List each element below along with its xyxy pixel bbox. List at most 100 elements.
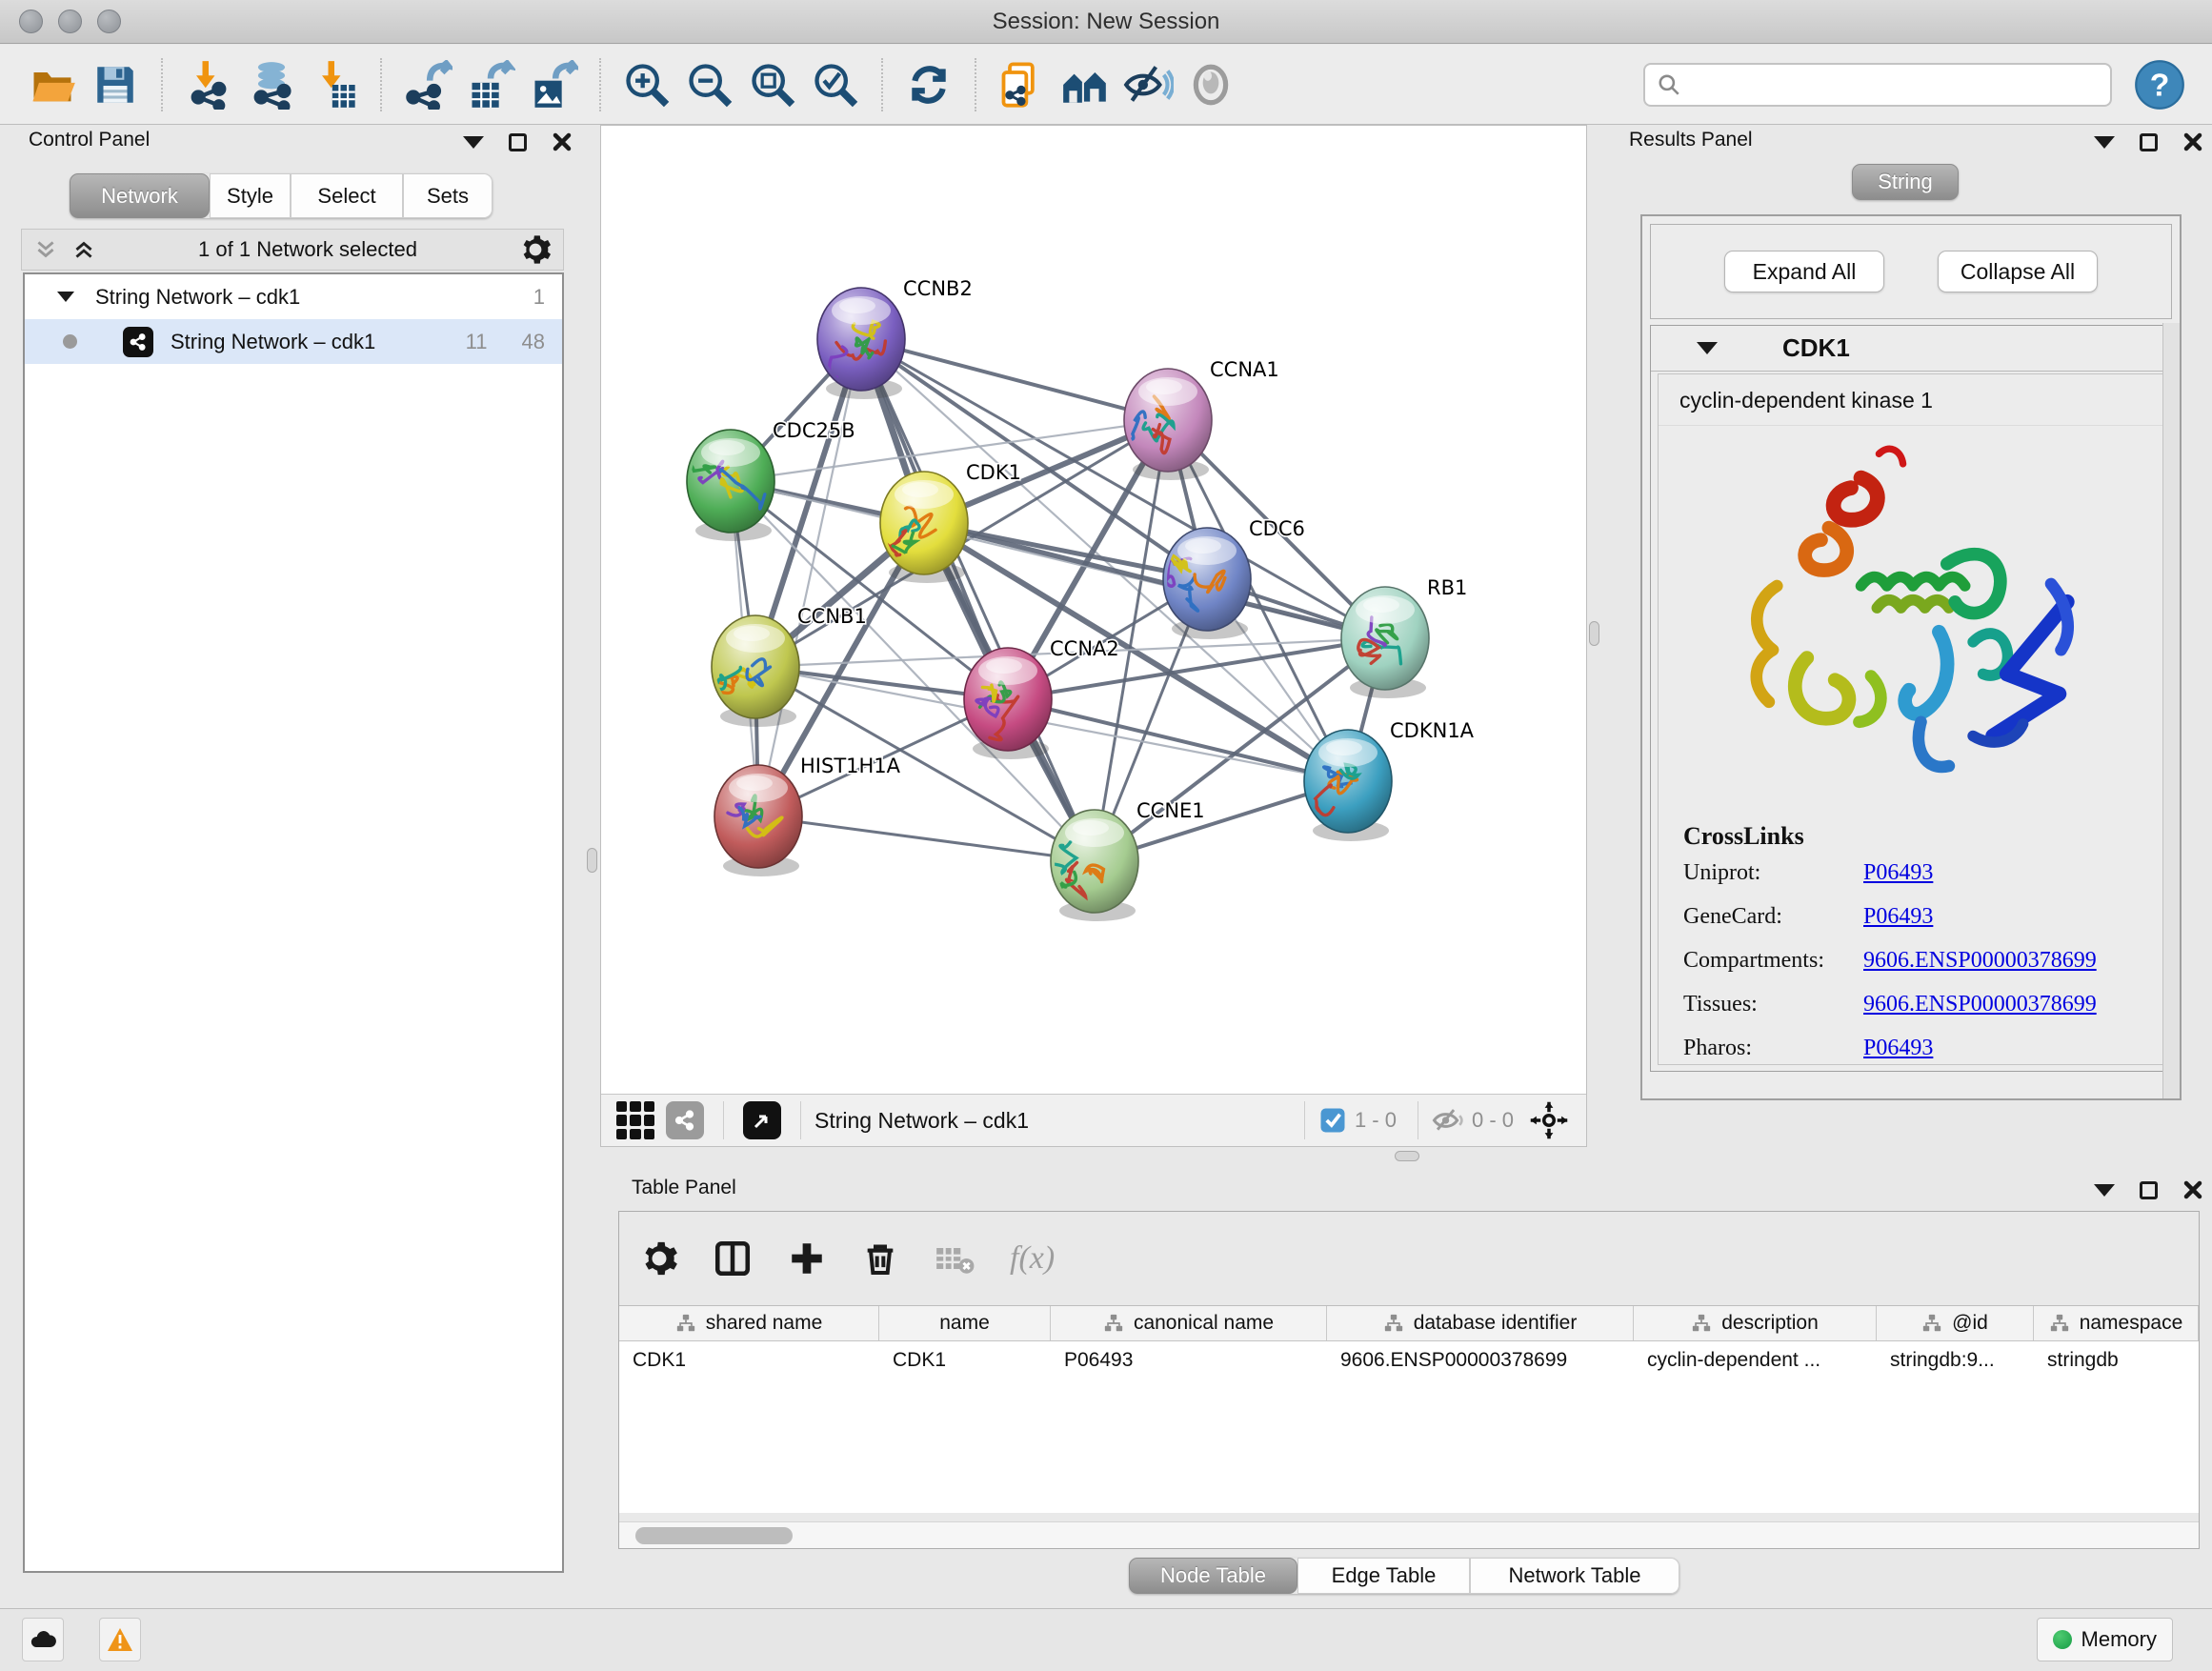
table-cell[interactable]: cyclin-dependent ... (1634, 1341, 1877, 1379)
clone-network-button[interactable] (995, 56, 1049, 113)
pan-crosshair-icon[interactable] (1529, 1100, 1569, 1140)
crosslink-value-link[interactable]: P06493 (1863, 1036, 1933, 1061)
zoom-selected-button[interactable] (809, 56, 862, 113)
left-splitter-handle[interactable] (587, 848, 597, 873)
tab-style[interactable]: Style (210, 173, 291, 218)
hide-selected-button[interactable] (1121, 56, 1175, 113)
table-gear-icon[interactable] (640, 1239, 678, 1278)
warning-status-button[interactable] (99, 1618, 141, 1661)
bottom-splitter-handle[interactable] (1395, 1151, 1419, 1161)
crosslink-value-link[interactable]: 9606.ENSP00000378699 (1863, 948, 2097, 974)
panel-collapse-icon[interactable] (463, 136, 484, 149)
gene-header[interactable]: CDK1 (1651, 326, 2171, 372)
delete-column-icon[interactable] (861, 1238, 899, 1278)
birdseye-view-icon[interactable] (743, 1101, 781, 1139)
network-node-rb1[interactable]: RB1 (1341, 576, 1467, 698)
network-canvas[interactable]: CCNB2CCNA1CDC25BCDK1CDC6RB1CCNB1CCNA2CDK… (601, 126, 1586, 1094)
tab-select[interactable]: Select (291, 173, 403, 218)
import-network-button[interactable] (182, 56, 235, 113)
delete-table-icon[interactable] (934, 1239, 975, 1278)
panel-collapse-icon[interactable] (2094, 1184, 2115, 1197)
gear-icon[interactable] (519, 233, 552, 266)
memory-button[interactable]: Memory (2037, 1618, 2173, 1661)
panel-close-icon[interactable] (2182, 1179, 2203, 1200)
import-database-button[interactable] (245, 56, 298, 113)
expand-all-button[interactable]: Expand All (1724, 251, 1884, 292)
column-header-shared-name[interactable]: shared name (619, 1306, 879, 1340)
panel-close-icon[interactable] (2182, 131, 2203, 152)
hidden-eye-icon[interactable] (1432, 1106, 1464, 1135)
panel-close-icon[interactable] (552, 131, 573, 152)
scrollbar-thumb[interactable] (635, 1527, 793, 1544)
selected-checkbox-icon[interactable] (1318, 1106, 1347, 1135)
tab-network[interactable]: Network (70, 173, 210, 218)
network-row[interactable]: String Network – cdk1 11 48 (25, 319, 562, 364)
export-network-button[interactable] (401, 56, 454, 113)
table-cell[interactable]: CDK1 (879, 1341, 1051, 1379)
network-collection-row[interactable]: String Network – cdk1 1 (25, 274, 562, 319)
zoom-out-button[interactable] (683, 56, 736, 113)
export-table-button[interactable] (464, 56, 517, 113)
network-node-hist1h1a[interactable]: HIST1H1A (714, 755, 901, 876)
add-column-icon[interactable] (787, 1238, 827, 1278)
network-node-cdc25b[interactable]: CDC25B (676, 419, 855, 541)
grid-view-icon[interactable] (616, 1101, 654, 1139)
cloud-status-button[interactable] (22, 1618, 64, 1661)
zoom-fit-button[interactable] (746, 56, 799, 113)
crosslink-value-link[interactable]: P06493 (1863, 904, 1933, 930)
network-node-ccnb2[interactable]: CCNB2 (816, 277, 973, 399)
table-cell[interactable]: 9606.ENSP00000378699 (1327, 1341, 1634, 1379)
network-edge[interactable] (861, 339, 1095, 861)
panel-float-icon[interactable] (509, 133, 527, 151)
tab-edge-table[interactable]: Edge Table (1297, 1558, 1470, 1594)
panel-float-icon[interactable] (2140, 133, 2158, 151)
tab-node-table[interactable]: Node Table (1129, 1558, 1297, 1594)
collapse-all-icon[interactable] (33, 237, 58, 262)
show-columns-icon[interactable] (713, 1238, 753, 1278)
right-splitter-handle[interactable] (1589, 621, 1599, 646)
crosslink-value-link[interactable]: 9606.ENSP00000378699 (1863, 992, 2097, 1017)
table-horizontal-scrollbar[interactable] (619, 1521, 2199, 1548)
zoom-in-button[interactable] (620, 56, 674, 113)
column-header-description[interactable]: description (1634, 1306, 1877, 1340)
show-graphics-details-button[interactable] (1184, 56, 1237, 113)
tree-expand-icon[interactable] (57, 292, 74, 302)
panel-float-icon[interactable] (2140, 1181, 2158, 1199)
network-edge[interactable] (758, 816, 1095, 861)
tab-string[interactable]: String (1852, 164, 1959, 200)
results-vertical-scrollbar[interactable] (2162, 323, 2180, 1098)
open-session-button[interactable] (26, 56, 79, 113)
column-header-canonical-name[interactable]: canonical name (1051, 1306, 1327, 1340)
table-cell[interactable]: stringdb:9... (1877, 1341, 2034, 1379)
column-header--id[interactable]: @id (1877, 1306, 2034, 1340)
tab-sets[interactable]: Sets (403, 173, 493, 218)
network-node-cdc6[interactable]: CDC6 (1163, 517, 1305, 639)
network-node-ccna1[interactable]: CCNA1 (1099, 358, 1279, 480)
network-edge[interactable] (758, 339, 861, 816)
table-cell[interactable]: stringdb (2034, 1341, 2199, 1379)
function-builder-icon[interactable]: f(x) (1010, 1240, 1055, 1277)
tab-network-table[interactable]: Network Table (1470, 1558, 1679, 1594)
column-header-name[interactable]: name (879, 1306, 1051, 1340)
table-row[interactable]: CDK1CDK1P064939606.ENSP00000378699cyclin… (619, 1341, 2199, 1379)
table-cell[interactable]: P06493 (1051, 1341, 1327, 1379)
network-edge[interactable] (1008, 699, 1348, 781)
column-header-namespace[interactable]: namespace (2034, 1306, 2199, 1340)
network-share-icon[interactable] (666, 1101, 704, 1139)
import-table-button[interactable] (308, 56, 361, 113)
crosslink-value-link[interactable]: P06493 (1863, 860, 1933, 886)
export-image-button[interactable] (527, 56, 580, 113)
search-input[interactable] (1691, 71, 2099, 98)
first-neighbors-button[interactable] (1058, 56, 1112, 113)
collapse-all-button[interactable]: Collapse All (1938, 251, 2098, 292)
table-cell[interactable]: CDK1 (619, 1341, 879, 1379)
expand-all-icon[interactable] (71, 237, 96, 262)
help-button[interactable]: ? (2133, 56, 2186, 113)
save-session-button[interactable] (89, 56, 142, 113)
search-field[interactable] (1643, 63, 2112, 107)
network-edge[interactable] (924, 523, 1385, 638)
network-node-cdkn1a[interactable]: CDKN1A (1304, 719, 1475, 841)
column-header-database-identifier[interactable]: database identifier (1327, 1306, 1634, 1340)
panel-collapse-icon[interactable] (2094, 136, 2115, 149)
gene-collapse-icon[interactable] (1697, 342, 1718, 354)
